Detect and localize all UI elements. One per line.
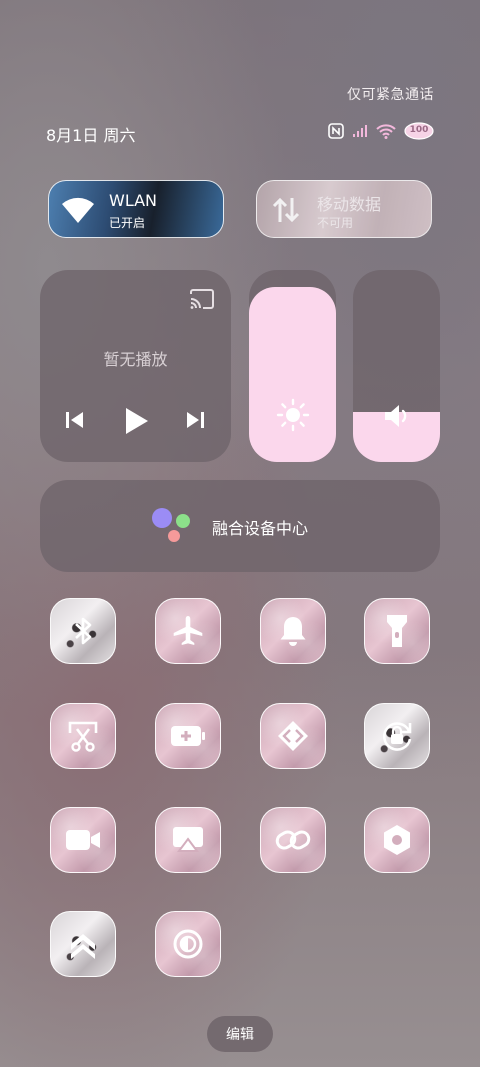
- share-icon: [276, 719, 310, 753]
- brightness-slider[interactable]: [249, 270, 336, 462]
- share-tile[interactable]: [260, 703, 326, 769]
- next-track-icon[interactable]: [184, 410, 206, 434]
- mobile-data-toggle[interactable]: 移动数据 不可用: [256, 180, 432, 238]
- nfc-settings-icon: [381, 823, 413, 857]
- signal-icon: [352, 124, 368, 138]
- link-tile[interactable]: [260, 807, 326, 873]
- mobile-data-title: 移动数据: [317, 195, 382, 214]
- airplane-icon: [171, 614, 205, 648]
- bell-icon: [277, 614, 309, 648]
- ring-mode-tile[interactable]: [260, 598, 326, 664]
- airplane-mode-tile[interactable]: [155, 598, 221, 664]
- screen-record-icon: [64, 827, 102, 853]
- cast-screen-tile[interactable]: [155, 807, 221, 873]
- previous-track-icon[interactable]: [64, 410, 86, 434]
- screenshot-icon: [66, 719, 100, 753]
- no-media-text: 暂无播放: [103, 350, 168, 369]
- nfc-icon: [328, 123, 344, 139]
- battery-level-text: 100: [409, 125, 429, 135]
- battery-saver-icon: [169, 723, 207, 749]
- volume-slider[interactable]: [353, 270, 440, 462]
- edit-button[interactable]: 编辑: [207, 1016, 273, 1052]
- play-icon[interactable]: [122, 406, 150, 440]
- date-text: 8月1日 周六: [46, 126, 136, 145]
- sun-icon: [276, 398, 310, 436]
- wlan-title: WLAN: [109, 191, 158, 210]
- fusion-icon: [152, 508, 196, 544]
- bluetooth-tile[interactable]: [50, 598, 116, 664]
- performance-tile[interactable]: [50, 911, 116, 977]
- emergency-call-text: 仅可紧急通话: [347, 87, 434, 103]
- eye-comfort-icon: [172, 928, 204, 960]
- performance-icon: [68, 928, 98, 960]
- rotation-lock-icon: [380, 719, 414, 753]
- system-status-icons: 100: [328, 122, 434, 140]
- media-player-card[interactable]: 暂无播放: [40, 270, 231, 462]
- link-icon: [275, 825, 311, 855]
- cast-screen-icon: [171, 825, 205, 855]
- mobile-data-subtitle: 不可用: [317, 216, 354, 230]
- speaker-icon: [382, 402, 412, 434]
- wifi-icon: [61, 195, 95, 229]
- settings-tile[interactable]: [364, 807, 430, 873]
- battery-saver-tile[interactable]: [155, 703, 221, 769]
- bluetooth-icon: [70, 615, 96, 647]
- battery-icon: 100: [404, 122, 434, 140]
- eye-comfort-tile[interactable]: [155, 911, 221, 977]
- rotation-lock-tile[interactable]: [364, 703, 430, 769]
- flashlight-tile[interactable]: [364, 598, 430, 664]
- cast-icon[interactable]: [189, 288, 215, 314]
- wlan-toggle[interactable]: WLAN 已开启: [48, 180, 224, 238]
- wlan-subtitle: 已开启: [109, 216, 146, 230]
- fusion-device-center[interactable]: 融合设备中心: [40, 480, 440, 572]
- fusion-label: 融合设备中心: [212, 519, 309, 538]
- wifi-status-icon: [376, 123, 396, 139]
- mobile-data-icon: [269, 195, 303, 229]
- screenshot-tile[interactable]: [50, 703, 116, 769]
- flashlight-icon: [384, 613, 410, 649]
- screen-record-tile[interactable]: [50, 807, 116, 873]
